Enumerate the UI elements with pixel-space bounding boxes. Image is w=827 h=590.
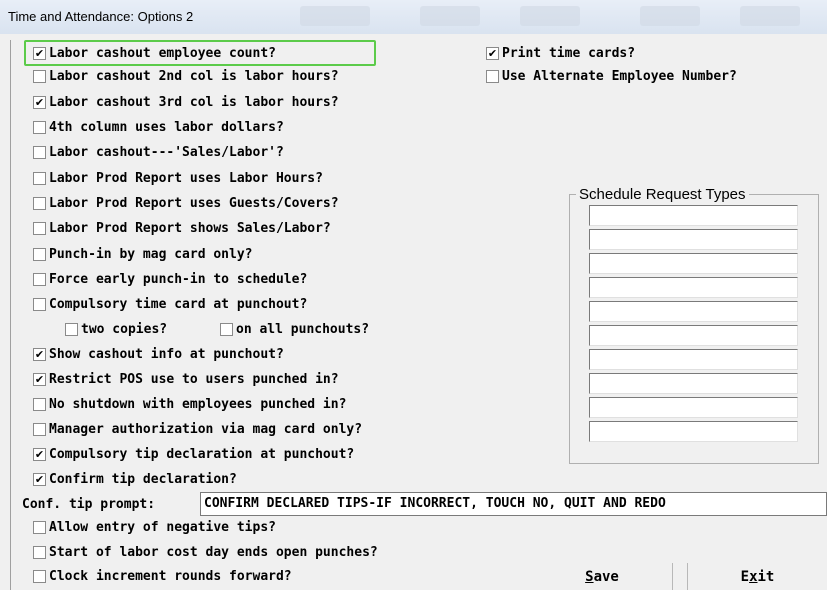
checkbox-label: 4th column uses labor dollars? — [49, 119, 284, 135]
checkbox-labor-prod-report-labor-hours[interactable]: Labor Prod Report uses Labor Hours? — [33, 167, 323, 189]
window-title: Time and Attendance: Options 2 — [8, 9, 194, 24]
checkbox-label: Compulsory time card at punchout? — [49, 296, 308, 312]
checkbox-label: Labor Prod Report shows Sales/Labor? — [49, 220, 331, 236]
checkbox-use-alternate-employee-number[interactable]: Use Alternate Employee Number? — [486, 65, 737, 87]
exit-button[interactable]: Ex it — [687, 563, 827, 590]
checkbox-box[interactable] — [65, 322, 78, 336]
checkbox-box[interactable] — [33, 171, 46, 185]
checkbox-label: Confirm tip declaration? — [49, 471, 237, 487]
checkbox-label: Labor cashout 2nd col is labor hours? — [49, 68, 339, 84]
checkbox-allow-negative-tips[interactable]: Allow entry of negative tips? — [33, 516, 276, 538]
checkbox-label: Start of labor cost day ends open punche… — [49, 544, 378, 560]
checkbox-box[interactable] — [33, 520, 46, 534]
checkbox-label: two copies? — [81, 321, 168, 337]
schedule-request-type-input[interactable] — [589, 349, 798, 370]
checkbox-force-early-punch-in[interactable]: Force early punch-in to schedule? — [33, 268, 307, 290]
checkbox-box[interactable] — [33, 397, 46, 411]
checkbox-label: Labor cashout---'Sales/Labor'? — [49, 144, 284, 160]
checkbox-label: Compulsory tip declaration at punchout? — [49, 446, 355, 462]
schedule-request-type-input[interactable] — [589, 421, 798, 442]
schedule-request-type-input[interactable] — [589, 205, 798, 226]
checkbox-box[interactable] — [33, 297, 46, 311]
checkbox-restrict-pos-use[interactable]: ✔ Restrict POS use to users punched in? — [33, 368, 339, 390]
focus-highlight — [24, 40, 376, 66]
checkbox-clock-increment-rounds-forward[interactable]: Clock increment rounds forward? — [33, 565, 292, 587]
checkbox-cashout-3rd-col-labor-hours[interactable]: ✔ Labor cashout 3rd col is labor hours? — [33, 91, 339, 113]
checkbox-box[interactable] — [33, 120, 46, 134]
checkbox-box[interactable] — [486, 69, 499, 83]
checkbox-4th-column-labor-dollars[interactable]: 4th column uses labor dollars? — [33, 116, 284, 138]
checkbox-label: No shutdown with employees punched in? — [49, 396, 347, 412]
checkbox-two-copies[interactable]: two copies? — [65, 318, 167, 340]
checkbox-on-all-punchouts[interactable]: on all punchouts? — [220, 318, 369, 340]
checkbox-box[interactable] — [33, 247, 46, 261]
checkbox-confirm-tip-declaration[interactable]: ✔ Confirm tip declaration? — [33, 468, 237, 490]
checkbox-print-time-cards[interactable]: ✔ Print time cards? — [486, 42, 635, 64]
checkbox-cashout-2nd-col-labor-hours[interactable]: Labor cashout 2nd col is labor hours? — [33, 65, 339, 87]
checkbox-labor-prod-report-sales-labor[interactable]: Labor Prod Report shows Sales/Labor? — [33, 217, 331, 239]
checkbox-box[interactable] — [33, 569, 46, 583]
checkbox-show-cashout-info[interactable]: ✔ Show cashout info at punchout? — [33, 343, 284, 365]
schedule-request-type-input[interactable] — [589, 301, 798, 322]
checkbox-compulsory-time-card[interactable]: Compulsory time card at punchout? — [33, 293, 307, 315]
title-bar: Time and Attendance: Options 2 — [0, 0, 827, 35]
checkbox-label: Labor Prod Report uses Labor Hours? — [49, 170, 323, 186]
checkbox-box[interactable] — [33, 69, 46, 83]
checkbox-punch-in-mag-card-only[interactable]: Punch-in by mag card only? — [33, 243, 253, 265]
checkbox-label: Restrict POS use to users punched in? — [49, 371, 339, 387]
checkbox-labor-prod-report-guests-covers[interactable]: Labor Prod Report uses Guests/Covers? — [33, 192, 339, 214]
checkbox-label: Print time cards? — [502, 45, 636, 61]
checkbox-label: Force early punch-in to schedule? — [49, 271, 308, 287]
checkbox-compulsory-tip-declaration[interactable]: ✔ Compulsory tip declaration at punchout… — [33, 443, 354, 465]
blurred-background — [420, 6, 480, 26]
checkbox-box[interactable] — [33, 221, 46, 235]
save-button[interactable]: Save — [532, 563, 673, 590]
schedule-request-type-input[interactable] — [589, 253, 798, 274]
checkbox-box[interactable] — [33, 196, 46, 210]
checkbox-label: on all punchouts? — [236, 321, 370, 337]
checkbox-label: Clock increment rounds forward? — [49, 568, 292, 584]
checkbox-box[interactable] — [33, 545, 46, 559]
tip-prompt-input[interactable]: CONFIRM DECLARED TIPS-IF INCORRECT, TOUC… — [200, 492, 827, 516]
checkbox-start-labor-cost-day[interactable]: Start of labor cost day ends open punche… — [33, 541, 378, 563]
blurred-background — [640, 6, 700, 26]
checkbox-no-shutdown[interactable]: No shutdown with employees punched in? — [33, 393, 346, 415]
checkbox-box[interactable]: ✔ — [33, 472, 46, 486]
left-border — [10, 40, 11, 590]
schedule-request-type-input[interactable] — [589, 277, 798, 298]
checkbox-label: Allow entry of negative tips? — [49, 519, 276, 535]
checkbox-label: Manager authorization via mag card only? — [49, 421, 363, 437]
checkbox-label: Use Alternate Employee Number? — [502, 68, 737, 84]
checkbox-box[interactable]: ✔ — [486, 46, 499, 60]
exit-button-prefix: E — [740, 568, 750, 585]
checkbox-label: Labor cashout 3rd col is labor hours? — [49, 94, 339, 110]
checkbox-box[interactable] — [33, 272, 46, 286]
exit-button-mnemonic: x — [749, 568, 758, 585]
checkbox-box[interactable] — [220, 322, 233, 336]
checkbox-box[interactable]: ✔ — [33, 95, 46, 109]
schedule-request-type-input[interactable] — [589, 229, 798, 250]
exit-button-suffix: it — [757, 568, 775, 585]
schedule-request-types-title: Schedule Request Types — [579, 186, 746, 203]
checkbox-label: Labor Prod Report uses Guests/Covers? — [49, 195, 339, 211]
checkbox-box[interactable] — [33, 422, 46, 436]
checkbox-labor-cashout-sales-labor[interactable]: Labor cashout---'Sales/Labor'? — [33, 141, 284, 163]
checkbox-box[interactable]: ✔ — [33, 447, 46, 461]
checkbox-label: Show cashout info at punchout? — [49, 346, 284, 362]
schedule-request-type-input[interactable] — [589, 397, 798, 418]
schedule-request-type-input[interactable] — [589, 373, 798, 394]
save-button-mnemonic: S — [585, 568, 594, 585]
tip-prompt-label: Conf. tip prompt: — [22, 497, 156, 512]
checkbox-box[interactable]: ✔ — [33, 347, 46, 361]
checkbox-manager-authorization[interactable]: Manager authorization via mag card only? — [33, 418, 362, 440]
checkbox-box[interactable]: ✔ — [33, 372, 46, 386]
blurred-background — [300, 6, 370, 26]
checkbox-label: Punch-in by mag card only? — [49, 246, 253, 262]
checkbox-box[interactable] — [33, 145, 46, 159]
blurred-background — [740, 6, 800, 26]
save-button-suffix: ave — [593, 568, 619, 585]
blurred-background — [520, 6, 580, 26]
schedule-request-type-input[interactable] — [589, 325, 798, 346]
